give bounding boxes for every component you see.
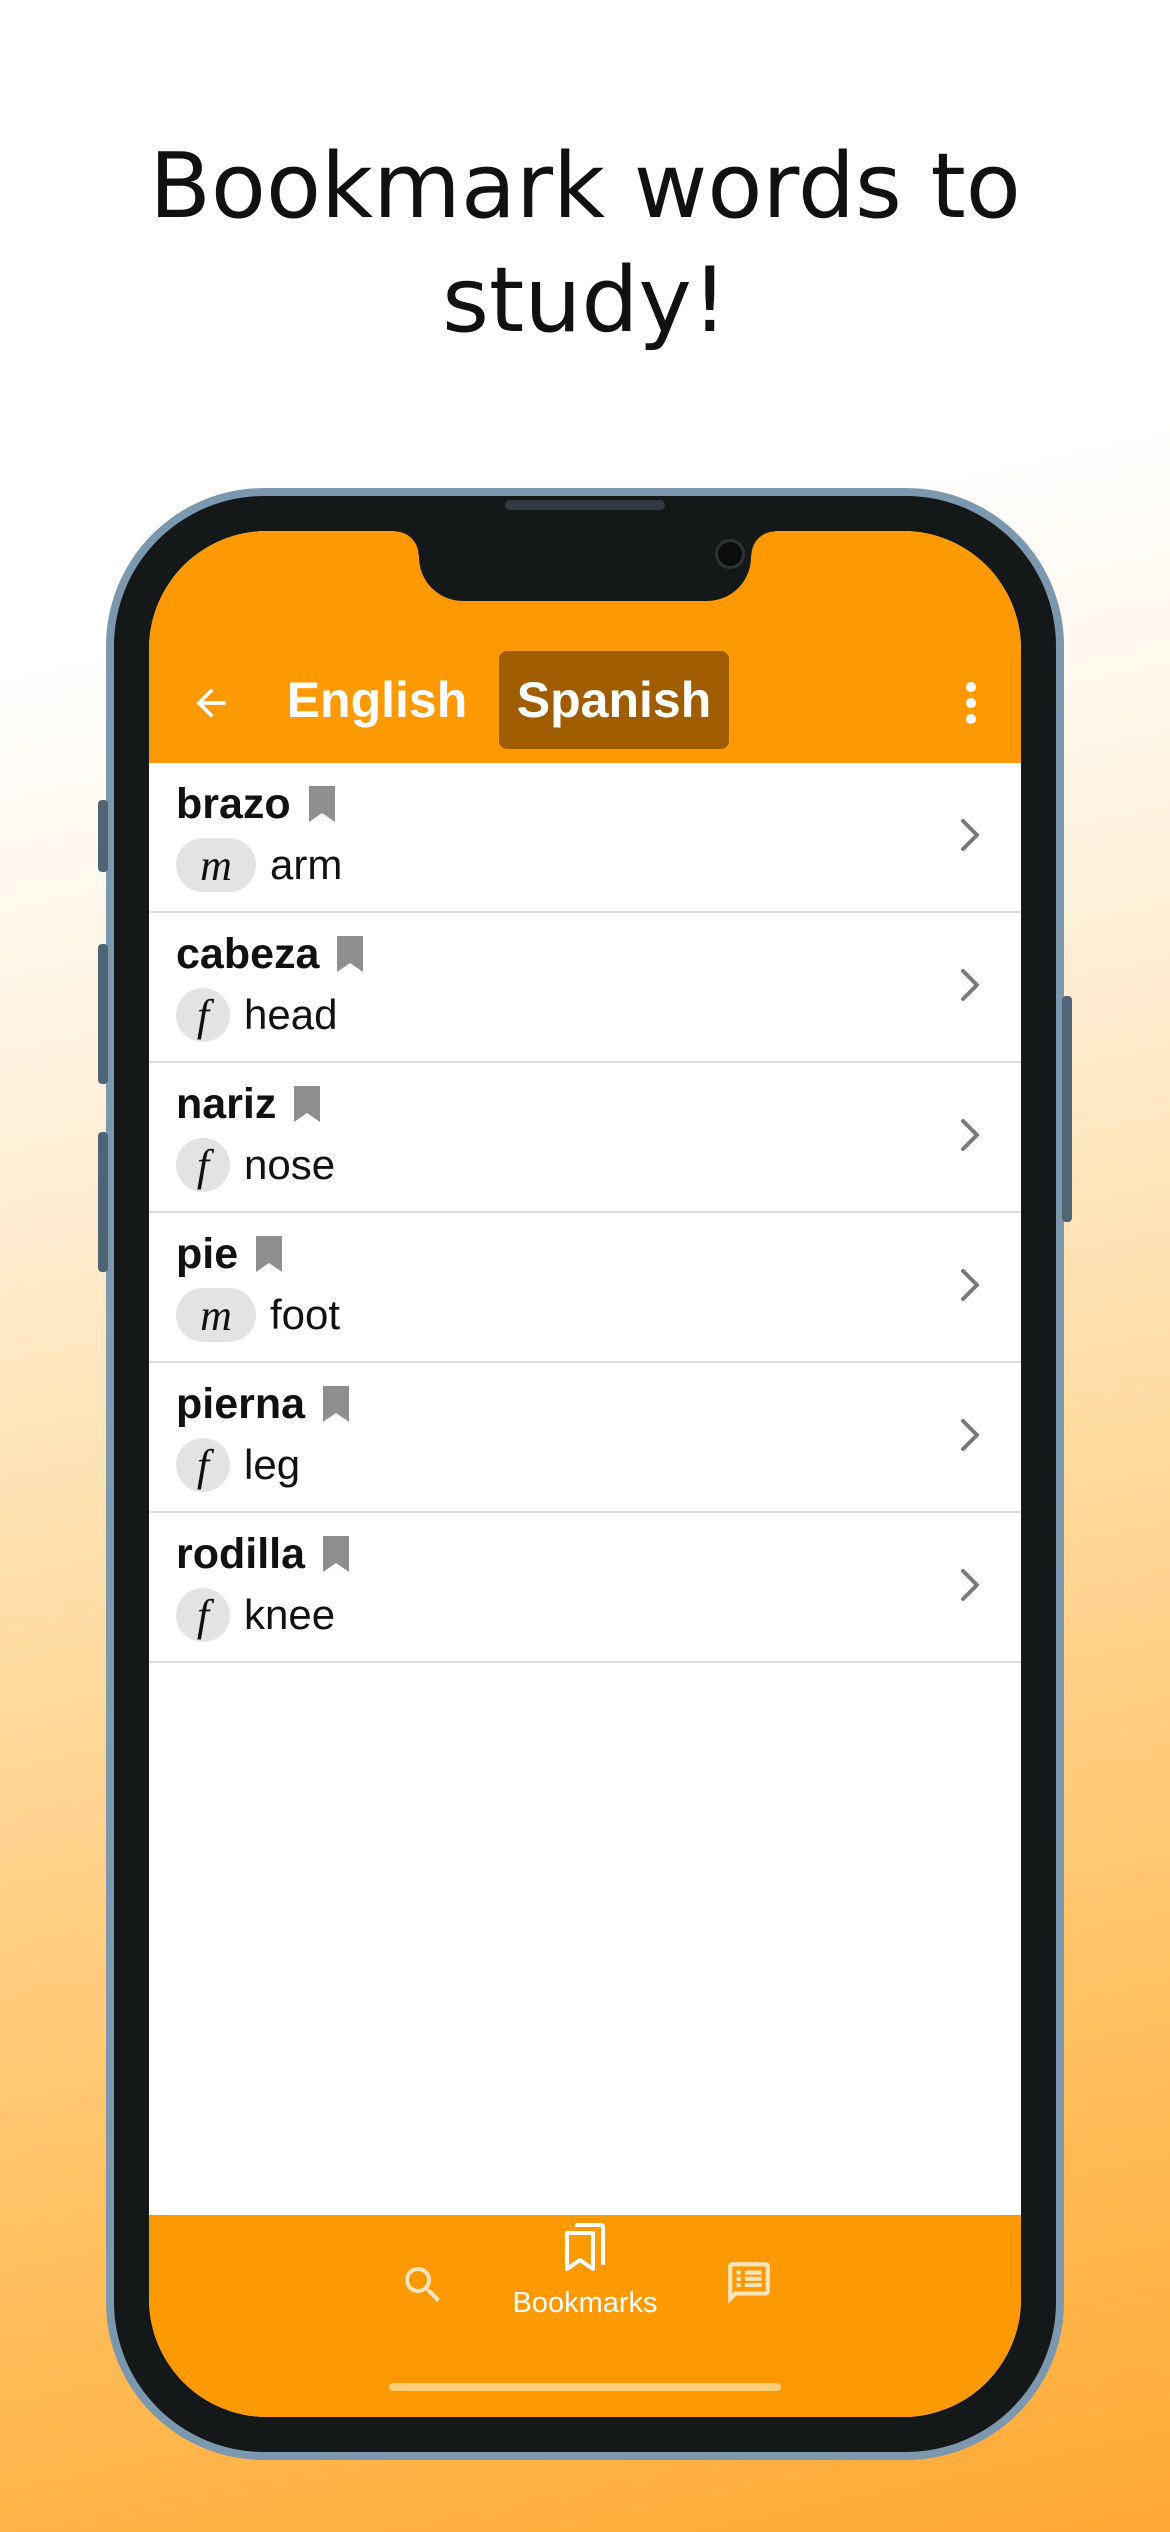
word-list-item[interactable]: brazo m arm [149, 763, 1021, 913]
word-text: pierna [176, 1379, 306, 1428]
word-text: rodilla [176, 1529, 306, 1578]
bookmark-icon[interactable] [335, 934, 365, 974]
gender-badge: f [176, 1588, 230, 1642]
bookmark-icon[interactable] [292, 1084, 322, 1124]
bookmark-icon[interactable] [307, 784, 337, 824]
chevron-right-icon [961, 819, 979, 851]
arrow-left-icon [196, 688, 226, 718]
word-text: cabeza [176, 929, 320, 978]
phone-volume-down-button [98, 1132, 108, 1272]
gender-badge: f [176, 988, 230, 1042]
headline-line-1: Bookmark words to [149, 134, 1021, 239]
phone-screen: English Spanish brazo m arm cabeza f head nari… [149, 531, 1021, 2417]
nav-bookmarks-label: Bookmarks [512, 2287, 658, 2319]
meaning-line: m arm [176, 837, 342, 893]
phone-power-button [1062, 996, 1072, 1222]
chevron-right-icon [961, 969, 979, 1001]
meaning-line: m foot [176, 1287, 340, 1343]
meaning-line: f head [176, 987, 337, 1043]
word-list-item[interactable]: cabeza f head [149, 913, 1021, 1063]
overflow-menu-button[interactable] [949, 673, 993, 733]
chevron-right-icon [961, 1119, 979, 1151]
word-meaning: arm [270, 841, 343, 888]
word-line: pie [176, 1227, 284, 1281]
nav-messages-button[interactable] [719, 2253, 779, 2313]
message-list-icon [728, 2262, 770, 2304]
meaning-line: f nose [176, 1137, 335, 1193]
meaning-line: f leg [176, 1437, 300, 1493]
search-icon [405, 2267, 440, 2302]
nav-bookmarks-button[interactable]: Bookmarks [505, 2221, 665, 2320]
word-text: brazo [176, 779, 291, 828]
chevron-right-icon [961, 1419, 979, 1451]
word-text: nariz [176, 1079, 277, 1128]
tab-english[interactable]: English [279, 651, 475, 749]
gender-badge: m [176, 1288, 256, 1342]
bookmark-icon[interactable] [321, 1534, 351, 1574]
gender-badge: f [176, 1138, 230, 1192]
word-list-item[interactable]: rodilla f knee [149, 1513, 1021, 1663]
page-headline: Bookmark words to study! [0, 130, 1170, 358]
word-meaning: nose [244, 1141, 336, 1188]
bookmarks-icon [565, 2223, 605, 2271]
gender-badge: f [176, 1438, 230, 1492]
word-meaning: foot [270, 1291, 341, 1338]
home-indicator [389, 2383, 781, 2391]
word-line: brazo [176, 777, 337, 831]
word-list-item[interactable]: pierna f leg [149, 1363, 1021, 1513]
tab-spanish[interactable]: Spanish [499, 651, 729, 749]
word-list-item[interactable]: pie m foot [149, 1213, 1021, 1363]
word-line: cabeza [176, 927, 365, 981]
word-meaning: knee [244, 1591, 336, 1638]
word-line: rodilla [176, 1527, 351, 1581]
bookmarked-word-list: brazo m arm cabeza f head nariz f nose pie m foot pi… [149, 763, 1021, 1663]
nav-search-button[interactable] [393, 2255, 453, 2315]
word-meaning: leg [244, 1441, 301, 1488]
camera-notch [395, 531, 775, 601]
word-line: pierna [176, 1377, 351, 1431]
bookmark-icon[interactable] [254, 1234, 284, 1274]
word-list-item[interactable]: nariz f nose [149, 1063, 1021, 1213]
phone-volume-up-button [98, 944, 108, 1084]
word-meaning: head [244, 991, 338, 1038]
phone-speaker [505, 500, 665, 510]
meaning-line: f knee [176, 1587, 335, 1643]
back-button[interactable] [181, 673, 241, 733]
word-text: pie [176, 1229, 239, 1278]
chevron-right-icon [961, 1269, 979, 1301]
word-line: nariz [176, 1077, 322, 1131]
more-vertical-icon [966, 682, 976, 724]
headline-line-2: study! [442, 248, 728, 353]
phone-side-button [98, 800, 108, 872]
gender-badge: m [176, 838, 256, 892]
bookmark-icon[interactable] [321, 1384, 351, 1424]
chevron-right-icon [961, 1569, 979, 1601]
front-camera [715, 539, 745, 569]
